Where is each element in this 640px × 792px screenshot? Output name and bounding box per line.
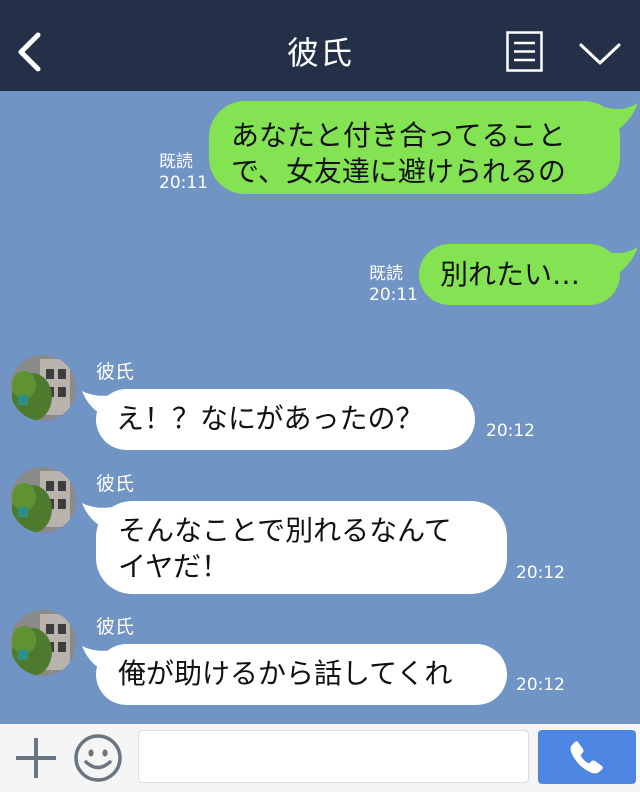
input-bar [0, 724, 640, 792]
call-button[interactable] [538, 730, 636, 784]
message-time: 20:12 [516, 675, 565, 695]
avatar[interactable] [10, 355, 76, 421]
message-input[interactable] [138, 730, 529, 783]
bubble-tail [604, 247, 638, 275]
notes-icon[interactable] [506, 31, 543, 72]
plus-icon[interactable] [14, 736, 58, 780]
chat-title: 彼氏 [286, 34, 353, 72]
phone-icon [570, 741, 603, 774]
outgoing-message[interactable]: 別れたい… [419, 244, 620, 305]
message-time: 20:12 [486, 421, 535, 441]
outgoing-message[interactable]: あなたと付き合ってること で、女友達に避けられるの [209, 101, 620, 194]
incoming-message[interactable]: 俺が助けるから話してくれ [96, 644, 507, 705]
avatar[interactable] [10, 610, 76, 676]
incoming-message[interactable]: そんなことで別れるなんて イヤだ！ [96, 501, 507, 594]
incoming-message[interactable]: え！？なにがあったの？ [96, 389, 475, 450]
read-receipt: 既読 20:11 [369, 264, 418, 305]
avatar[interactable] [10, 467, 76, 533]
sender-name: 彼氏 [96, 361, 135, 383]
emoji-icon[interactable] [73, 733, 123, 783]
bubble-tail [604, 103, 638, 131]
chat-header: 彼氏 [0, 0, 640, 91]
chat-area[interactable]: あなたと付き合ってること で、女友達に避けられるの 既読 20:11 別れたい…… [0, 91, 640, 724]
chevron-down-icon[interactable] [578, 40, 622, 68]
read-receipt: 既読 20:11 [159, 152, 208, 193]
sender-name: 彼氏 [96, 473, 135, 495]
message-time: 20:12 [516, 563, 565, 583]
sender-name: 彼氏 [96, 616, 135, 638]
